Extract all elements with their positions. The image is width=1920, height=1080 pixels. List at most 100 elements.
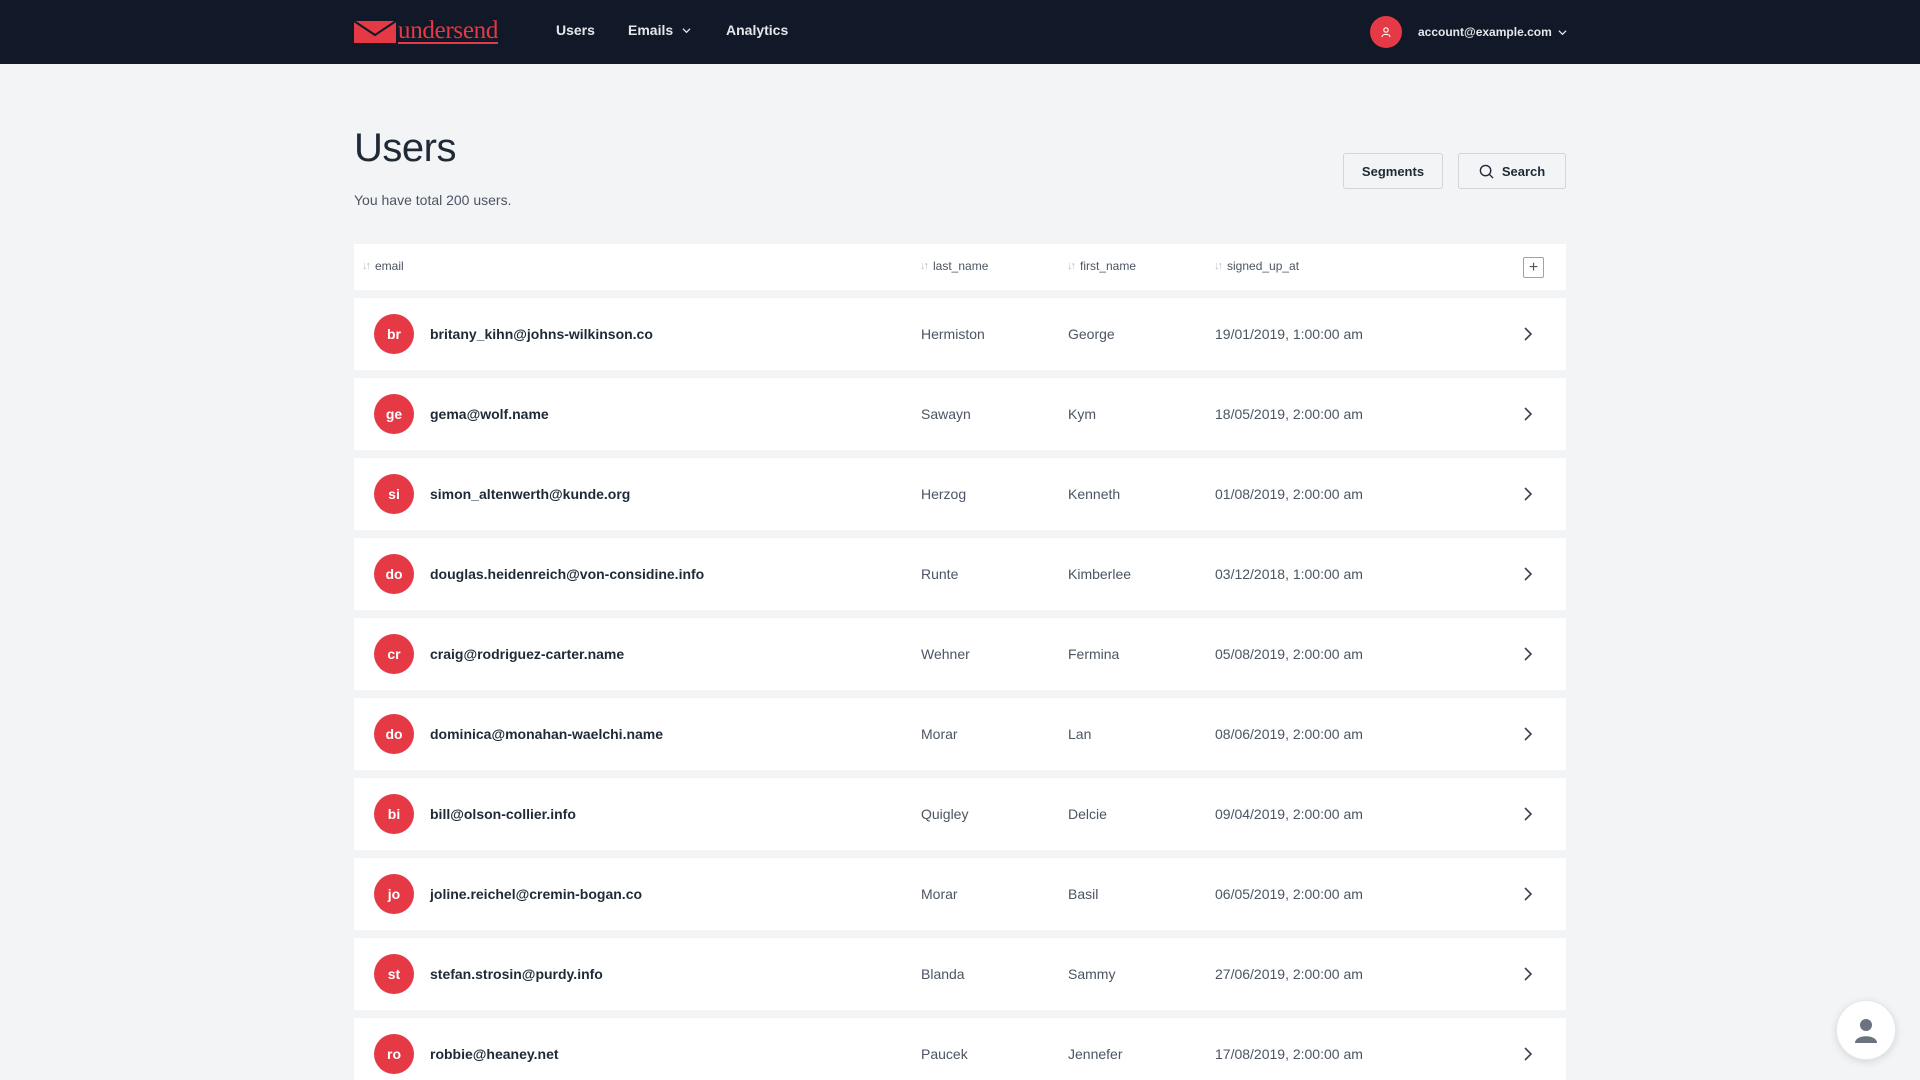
nav-users[interactable]: Users	[556, 22, 595, 38]
table-row[interactable]: do dominica@monahan-waelchi.name Morar L…	[354, 698, 1566, 770]
nav-analytics[interactable]: Analytics	[726, 22, 788, 38]
chevron-right-icon[interactable]	[1520, 486, 1536, 502]
account-menu[interactable]: account@example.com	[1370, 16, 1567, 48]
brand-logo[interactable]: undersend	[354, 17, 499, 45]
sort-icon: ↓↑	[1214, 260, 1223, 272]
search-button-label: Search	[1501, 163, 1546, 179]
nav-emails-label: Emails	[628, 22, 674, 38]
table-row[interactable]: jo joline.reichel@cremin-bogan.co Morar …	[354, 858, 1566, 930]
row-first-name: Sammy	[1068, 966, 1116, 982]
row-signed-up-at: 09/04/2019, 2:00:00 am	[1215, 806, 1363, 822]
row-email: simon_altenwerth@kunde.org	[430, 486, 631, 502]
row-email: dominica@monahan-waelchi.name	[430, 726, 664, 742]
row-signed-up-at: 08/06/2019, 2:00:00 am	[1215, 726, 1363, 742]
row-last-name: Morar	[921, 886, 958, 902]
row-email: bill@olson-collier.info	[430, 806, 576, 822]
search-button[interactable]: Search	[1458, 153, 1566, 189]
avatar: cr	[374, 634, 414, 674]
column-header-first-name[interactable]: ↓↑ first_name	[1067, 259, 1136, 273]
row-last-name: Sawayn	[921, 406, 971, 422]
row-first-name: George	[1068, 326, 1115, 342]
row-last-name: Wehner	[921, 646, 970, 662]
column-header-label: first_name	[1080, 259, 1137, 273]
row-first-name: Lan	[1068, 726, 1092, 742]
avatar: st	[374, 954, 414, 994]
chevron-right-icon[interactable]	[1520, 406, 1536, 422]
nav-analytics-label: Analytics	[726, 22, 789, 38]
chevron-right-icon[interactable]	[1520, 566, 1536, 582]
row-signed-up-at: 03/12/2018, 1:00:00 am	[1215, 566, 1363, 582]
avatar: jo	[374, 874, 414, 914]
table-row[interactable]: br britany_kihn@johns-wilkinson.co Hermi…	[354, 298, 1566, 370]
avatar: ge	[374, 394, 414, 434]
avatar: do	[374, 714, 414, 754]
column-header-label: last_name	[933, 259, 989, 273]
chevron-right-icon[interactable]	[1520, 646, 1536, 662]
row-last-name: Paucek	[921, 1046, 968, 1062]
page-title: Users	[354, 126, 456, 170]
table-row[interactable]: do douglas.heidenreich@von-considine.inf…	[354, 538, 1566, 610]
row-email: britany_kihn@johns-wilkinson.co	[430, 326, 653, 342]
row-signed-up-at: 01/08/2019, 2:00:00 am	[1215, 486, 1363, 502]
row-first-name: Jennefer	[1068, 1046, 1123, 1062]
avatar: bi	[374, 794, 414, 834]
row-email: craig@rodriguez-carter.name	[430, 646, 625, 662]
table-row[interactable]: si simon_altenwerth@kunde.org Herzog Ken…	[354, 458, 1566, 530]
row-last-name: Morar	[921, 726, 958, 742]
search-icon	[1479, 164, 1494, 179]
chat-avatar-icon	[1855, 1019, 1877, 1043]
column-header-label: signed_up_at	[1227, 259, 1300, 273]
table-row[interactable]: ro robbie@heaney.net Paucek Jennefer 17/…	[354, 1018, 1566, 1080]
user-icon	[1381, 27, 1391, 38]
table-row[interactable]: cr craig@rodriguez-carter.name Wehner Fe…	[354, 618, 1566, 690]
table-row[interactable]: ge gema@wolf.name Sawayn Kym 18/05/2019,…	[354, 378, 1566, 450]
row-last-name: Hermiston	[921, 326, 985, 342]
column-header-email[interactable]: ↓↑ email	[362, 259, 404, 273]
avatar: br	[374, 314, 414, 354]
avatar: do	[374, 554, 414, 594]
row-last-name: Herzog	[921, 486, 967, 502]
column-header-last-name[interactable]: ↓↑ last_name	[920, 259, 988, 273]
segments-button-label: Segments	[1361, 163, 1425, 179]
table-row[interactable]: bi bill@olson-collier.info Quigley Delci…	[354, 778, 1566, 850]
row-email: joline.reichel@cremin-bogan.co	[430, 886, 643, 902]
avatar: ro	[374, 1034, 414, 1074]
row-last-name: Runte	[921, 566, 959, 582]
brand-name: undersend	[398, 17, 499, 44]
segments-button[interactable]: Segments	[1343, 153, 1443, 189]
row-first-name: Kenneth	[1068, 486, 1121, 502]
chevron-right-icon[interactable]	[1520, 806, 1536, 822]
row-signed-up-at: 27/06/2019, 2:00:00 am	[1215, 966, 1363, 982]
row-first-name: Fermina	[1068, 646, 1120, 662]
row-signed-up-at: 19/01/2019, 1:00:00 am	[1215, 326, 1363, 342]
nav-emails-dropdown[interactable]: Emails	[628, 22, 691, 38]
user-count-text: You have total 200 users.	[354, 192, 512, 208]
row-email: stefan.strosin@purdy.info	[430, 966, 603, 982]
row-email: gema@wolf.name	[430, 406, 549, 422]
chevron-right-icon[interactable]	[1520, 726, 1536, 742]
chevron-right-icon[interactable]	[1520, 886, 1536, 902]
chevron-down-icon	[1558, 29, 1567, 35]
column-header-signed-up-at[interactable]: ↓↑ signed_up_at	[1214, 259, 1299, 273]
column-header-label: email	[375, 259, 404, 273]
row-signed-up-at: 06/05/2019, 2:00:00 am	[1215, 886, 1363, 902]
row-first-name: Kimberlee	[1068, 566, 1132, 582]
account-avatar	[1370, 16, 1402, 48]
table-row[interactable]: st stefan.strosin@purdy.info Blanda Samm…	[354, 938, 1566, 1010]
row-first-name: Basil	[1068, 886, 1099, 902]
sort-icon: ↓↑	[362, 260, 371, 272]
chevron-right-icon[interactable]	[1520, 1046, 1536, 1062]
avatar: si	[374, 474, 414, 514]
chevron-right-icon[interactable]	[1520, 966, 1536, 982]
row-signed-up-at: 18/05/2019, 2:00:00 am	[1215, 406, 1363, 422]
row-email: robbie@heaney.net	[430, 1046, 559, 1062]
table-header: ↓↑ email ↓↑ last_name ↓↑ first_name ↓↑ s…	[354, 244, 1566, 290]
row-first-name: Delcie	[1068, 806, 1107, 822]
envelope-icon	[354, 20, 396, 43]
row-last-name: Quigley	[921, 806, 969, 822]
sort-icon: ↓↑	[1067, 260, 1076, 272]
chat-widget-button[interactable]	[1836, 1000, 1896, 1060]
chevron-right-icon[interactable]	[1520, 326, 1536, 342]
top-navbar: undersend Users Emails Analytics account…	[0, 0, 1920, 64]
add-column-button[interactable]: +	[1523, 257, 1544, 278]
